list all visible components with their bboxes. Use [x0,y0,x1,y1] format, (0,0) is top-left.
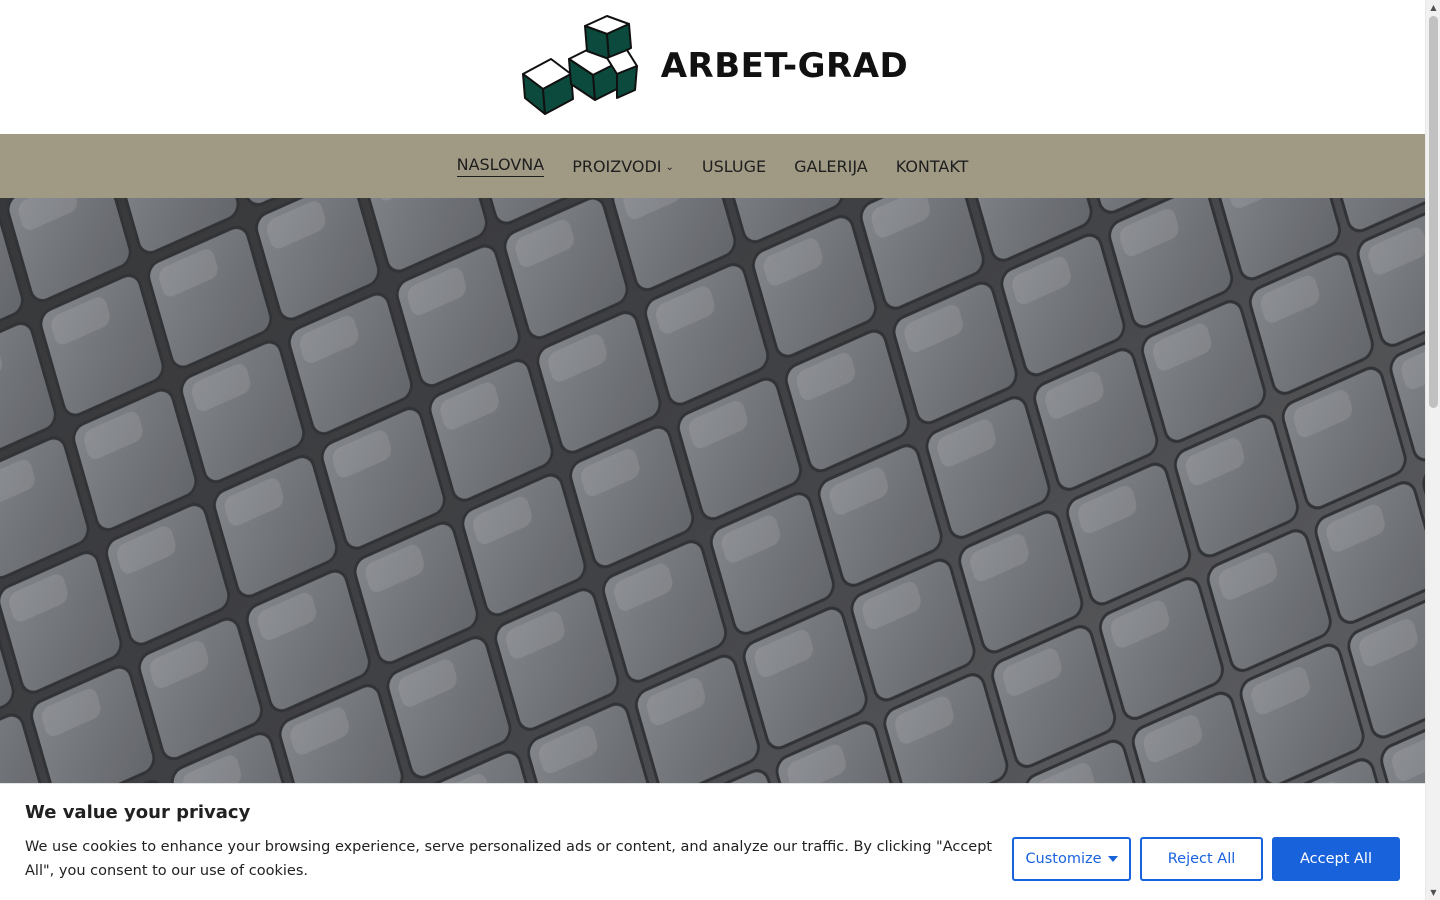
reject-all-button[interactable]: Reject All [1140,837,1263,881]
main-nav: NASLOVNA PROIZVODI ⌄ USLUGE GALERIJA KON… [0,134,1425,198]
cookie-title: We value your privacy [25,802,251,823]
site-header: ARBET-GRAD [0,0,1425,134]
nav-item-label: KONTAKT [895,156,969,176]
nav-item-naslovna[interactable]: NASLOVNA [456,155,545,177]
nav-item-proizvodi[interactable]: PROIZVODI ⌄ [572,157,674,176]
nav-item-label: USLUGE [701,156,767,176]
chevron-down-icon: ⌄ [665,162,674,173]
arrow-up-icon[interactable]: ▲ [1426,0,1440,15]
scrollbar-thumb[interactable] [1429,16,1438,408]
page-scrollbar[interactable]: ▲ ▼ [1425,0,1440,900]
page: ARBET-GRAD NASLOVNA PROIZVODI ⌄ USLUGE G… [0,0,1425,900]
nav-item-kontakt[interactable]: KONTAKT [896,157,969,176]
nav-item-label: GALERIJA [794,156,868,176]
nav-item-label: NASLOVNA [456,155,545,177]
cookie-description: We use cookies to enhance your browsing … [25,839,993,879]
brand-name: ARBET-GRAD [660,45,909,86]
nav-item-label: PROIZVODI [572,156,662,176]
arrow-down-icon[interactable]: ▼ [1426,885,1440,900]
site-logo[interactable]: ARBET-GRAD [521,14,909,118]
accept-all-button[interactable]: Accept All [1272,837,1400,881]
caret-down-icon [1107,856,1118,862]
nav-item-galerija[interactable]: GALERIJA [794,157,868,176]
nav-item-usluge[interactable]: USLUGE [702,157,766,176]
customize-label: Customize [1025,851,1102,867]
cookie-consent-banner: We value your privacy We use cookies to … [0,783,1425,900]
logo-cubes-icon [521,14,643,118]
customize-button[interactable]: Customize [1012,837,1131,881]
